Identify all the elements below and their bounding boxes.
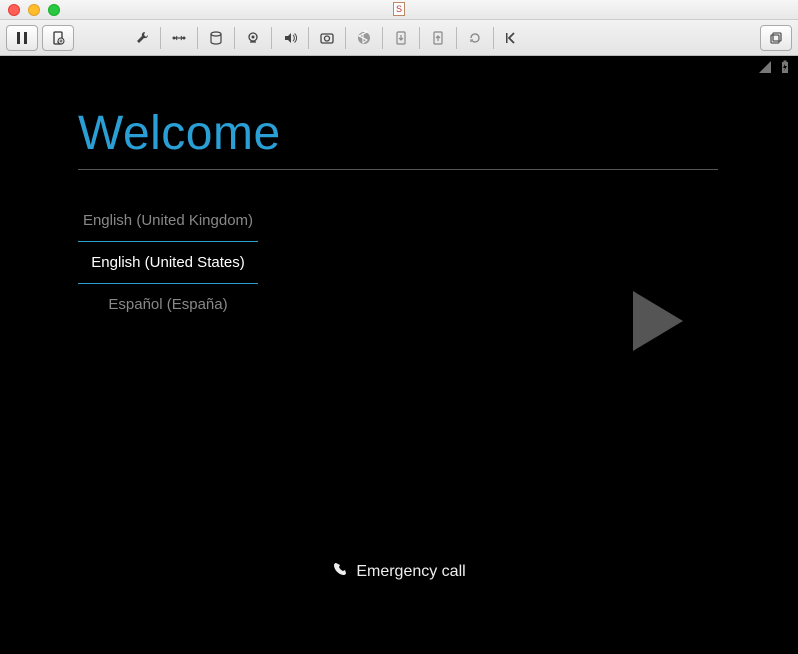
title-tab-icon: S <box>393 2 405 16</box>
language-option[interactable]: Español (España) <box>78 284 258 325</box>
language-list[interactable]: English (United Kingdom) English (United… <box>78 200 258 325</box>
network-icon[interactable] <box>163 25 195 51</box>
export-apk-icon[interactable] <box>422 25 454 51</box>
device-config-button[interactable] <box>42 25 74 51</box>
minimize-button[interactable] <box>28 4 40 16</box>
language-option[interactable]: English (United Kingdom) <box>78 200 258 241</box>
webcam-icon[interactable] <box>237 25 269 51</box>
pause-button[interactable] <box>6 25 38 51</box>
emergency-call-label: Emergency call <box>356 563 465 581</box>
emergency-call-button[interactable]: Emergency call <box>0 561 798 582</box>
close-button[interactable] <box>8 4 20 16</box>
toolbar-right-group <box>760 25 792 51</box>
maximize-button[interactable] <box>48 4 60 16</box>
volume-icon[interactable] <box>274 25 306 51</box>
install-apk-icon[interactable] <box>385 25 417 51</box>
wrench-icon[interactable] <box>126 25 158 51</box>
multiwindow-button[interactable] <box>760 25 792 51</box>
battery-icon <box>778 60 792 79</box>
toolbar-left-group <box>6 25 74 51</box>
page-title: Welcome <box>78 106 720 169</box>
collapse-left-icon[interactable] <box>496 25 528 51</box>
signal-icon <box>758 60 772 79</box>
toolbar-center-group <box>126 25 528 51</box>
disk-icon[interactable] <box>200 25 232 51</box>
device-screen: Welcome English (United Kingdom) English… <box>0 56 798 654</box>
camera-icon[interactable] <box>311 25 343 51</box>
phone-icon <box>332 561 348 582</box>
language-option-selected[interactable]: English (United States) <box>78 241 258 284</box>
window-titlebar: S <box>0 0 798 20</box>
next-button[interactable] <box>628 286 688 361</box>
window-controls <box>8 4 60 16</box>
emulator-toolbar <box>0 20 798 56</box>
bluetooth-icon[interactable] <box>348 25 380 51</box>
rotate-icon[interactable] <box>459 25 491 51</box>
android-statusbar <box>758 60 792 79</box>
setup-content: Welcome English (United Kingdom) English… <box>0 56 798 325</box>
title-divider <box>78 169 718 170</box>
